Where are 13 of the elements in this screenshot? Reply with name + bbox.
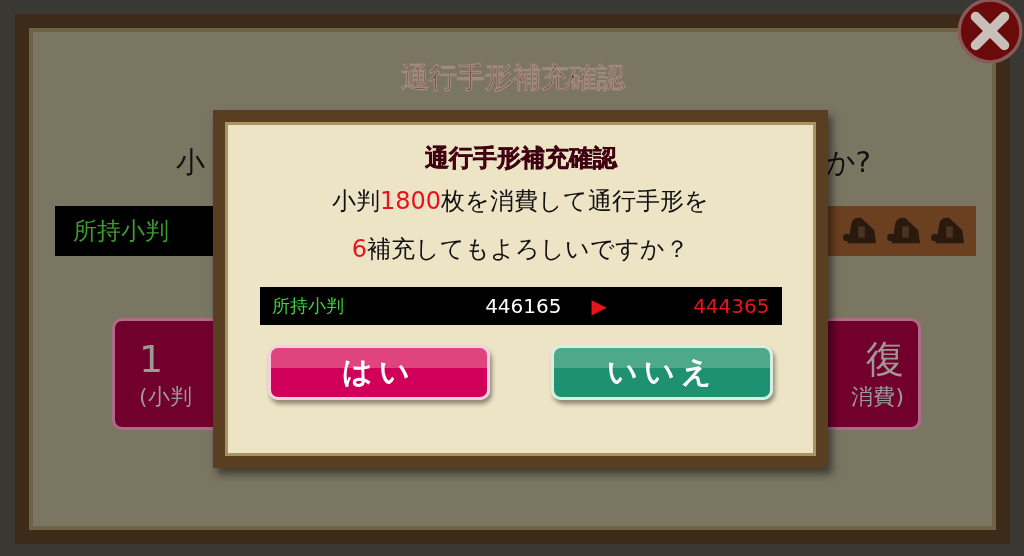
yes-button[interactable]: はい (268, 345, 490, 400)
message-text: 6補充してもよろしいですか？ (351, 235, 690, 263)
dialog-title: 通行手形補充確認 (424, 144, 617, 172)
current-coins: 446165 (484, 294, 562, 318)
coin-label: 所持小判 (72, 216, 169, 247)
message-text: か? (825, 144, 871, 181)
arrow-icon: ▶ (591, 294, 607, 318)
close-icon[interactable] (957, 0, 1023, 64)
no-button[interactable]: いいえ (551, 345, 773, 400)
coin-label: 所持小判 (271, 294, 345, 318)
message-text: 小 (176, 144, 205, 181)
remaining-coins: 444365 (693, 294, 770, 318)
message-text: 小判1800枚を消費して通行手形を (331, 187, 710, 215)
